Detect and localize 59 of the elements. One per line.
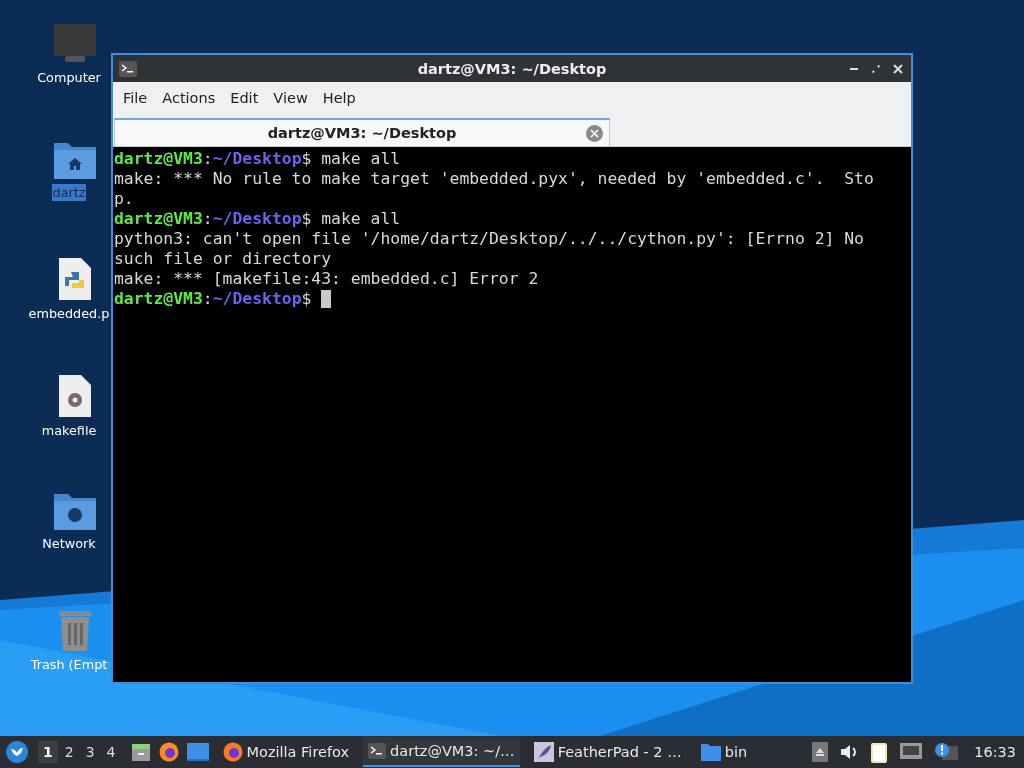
output-line: python3: can't open file '/home/dartz/Desktop/../../cython.py': [Errno 2] No (114, 229, 864, 249)
clock[interactable]: 16:33 (974, 744, 1016, 760)
workspace-button[interactable]: 3 (80, 741, 100, 763)
firefox-icon[interactable] (158, 742, 179, 762)
tab-label: dartz@VM3: ~/Desktop (267, 125, 457, 141)
window-icon[interactable] (186, 743, 209, 761)
prompt-user: dartz@VM3 (114, 289, 203, 309)
menu-item[interactable]: Actions (161, 90, 224, 106)
eject-icon[interactable] (812, 742, 829, 762)
menu-item[interactable]: Edit (229, 90, 267, 106)
prompt-path: ~/Desktop (212, 149, 302, 169)
workspace-button[interactable]: 4 (101, 741, 121, 763)
prompt-symbol: $ (301, 149, 312, 169)
command-text: make all (321, 209, 401, 229)
notification-icon[interactable] (934, 742, 959, 762)
home-folder-icon[interactable] (54, 141, 96, 179)
feather-icon (533, 742, 554, 762)
output-line: make: *** No rule to make target 'embedded.pyx', needed by 'embedded.c'. Sto (114, 169, 874, 189)
task-button[interactable]: dartz@VM3: ~/… (363, 737, 520, 767)
file-cabinet-icon[interactable] (130, 742, 151, 762)
python-file-icon[interactable] (58, 258, 92, 300)
firefox-icon (222, 742, 243, 762)
clipboard-icon[interactable] (870, 741, 889, 763)
prompt-user: dartz@VM3 (114, 149, 203, 169)
icon-label[interactable]: embedded.p (27, 305, 111, 322)
prompt-path: ~/Desktop (212, 209, 302, 229)
command-text: make all (321, 149, 401, 169)
close-icon[interactable] (893, 63, 903, 74)
window-title: dartz@VM3: ~/Desktop (417, 60, 607, 77)
settings-file-icon[interactable] (58, 375, 92, 417)
prompt-user: dartz@VM3 (114, 209, 203, 229)
output-line: p. (114, 189, 134, 209)
workspace-button[interactable]: 2 (59, 741, 79, 763)
prompt-separator: : (202, 289, 213, 309)
network-icon[interactable] (900, 743, 923, 761)
workspace-button[interactable]: 1 (38, 741, 58, 763)
task-button[interactable]: bin (695, 737, 753, 767)
task-button[interactable]: Mozilla Firefox (217, 737, 355, 767)
menu-item[interactable]: File (122, 90, 156, 106)
volume-icon[interactable] (840, 744, 859, 760)
task-button[interactable]: FeatherPad - 2 … (528, 737, 687, 767)
icon-label[interactable]: Network (41, 535, 97, 552)
prompt-symbol: $ (301, 289, 312, 309)
terminal-tab[interactable]: dartz@VM3: ~/Desktop (114, 118, 610, 146)
output-line: make: *** [makefile:43: embedded.c] Error 2 (114, 269, 539, 289)
icon-label[interactable]: Computer (36, 69, 102, 86)
prompt-symbol: $ (301, 209, 312, 229)
menu-item[interactable]: Help (321, 90, 364, 106)
output-line: such file or directory (114, 249, 332, 269)
folder-icon (700, 743, 721, 761)
prompt-separator: : (202, 209, 213, 229)
prompt-path: ~/Desktop (212, 289, 302, 309)
terminal-icon (119, 60, 137, 77)
network-folder-icon[interactable] (54, 492, 96, 530)
terminal-icon (368, 743, 387, 759)
menu-item[interactable]: View (272, 90, 316, 106)
prompt-separator: : (202, 149, 213, 169)
icon-label[interactable]: makefile (40, 422, 98, 439)
maximize-icon[interactable] (871, 63, 881, 74)
